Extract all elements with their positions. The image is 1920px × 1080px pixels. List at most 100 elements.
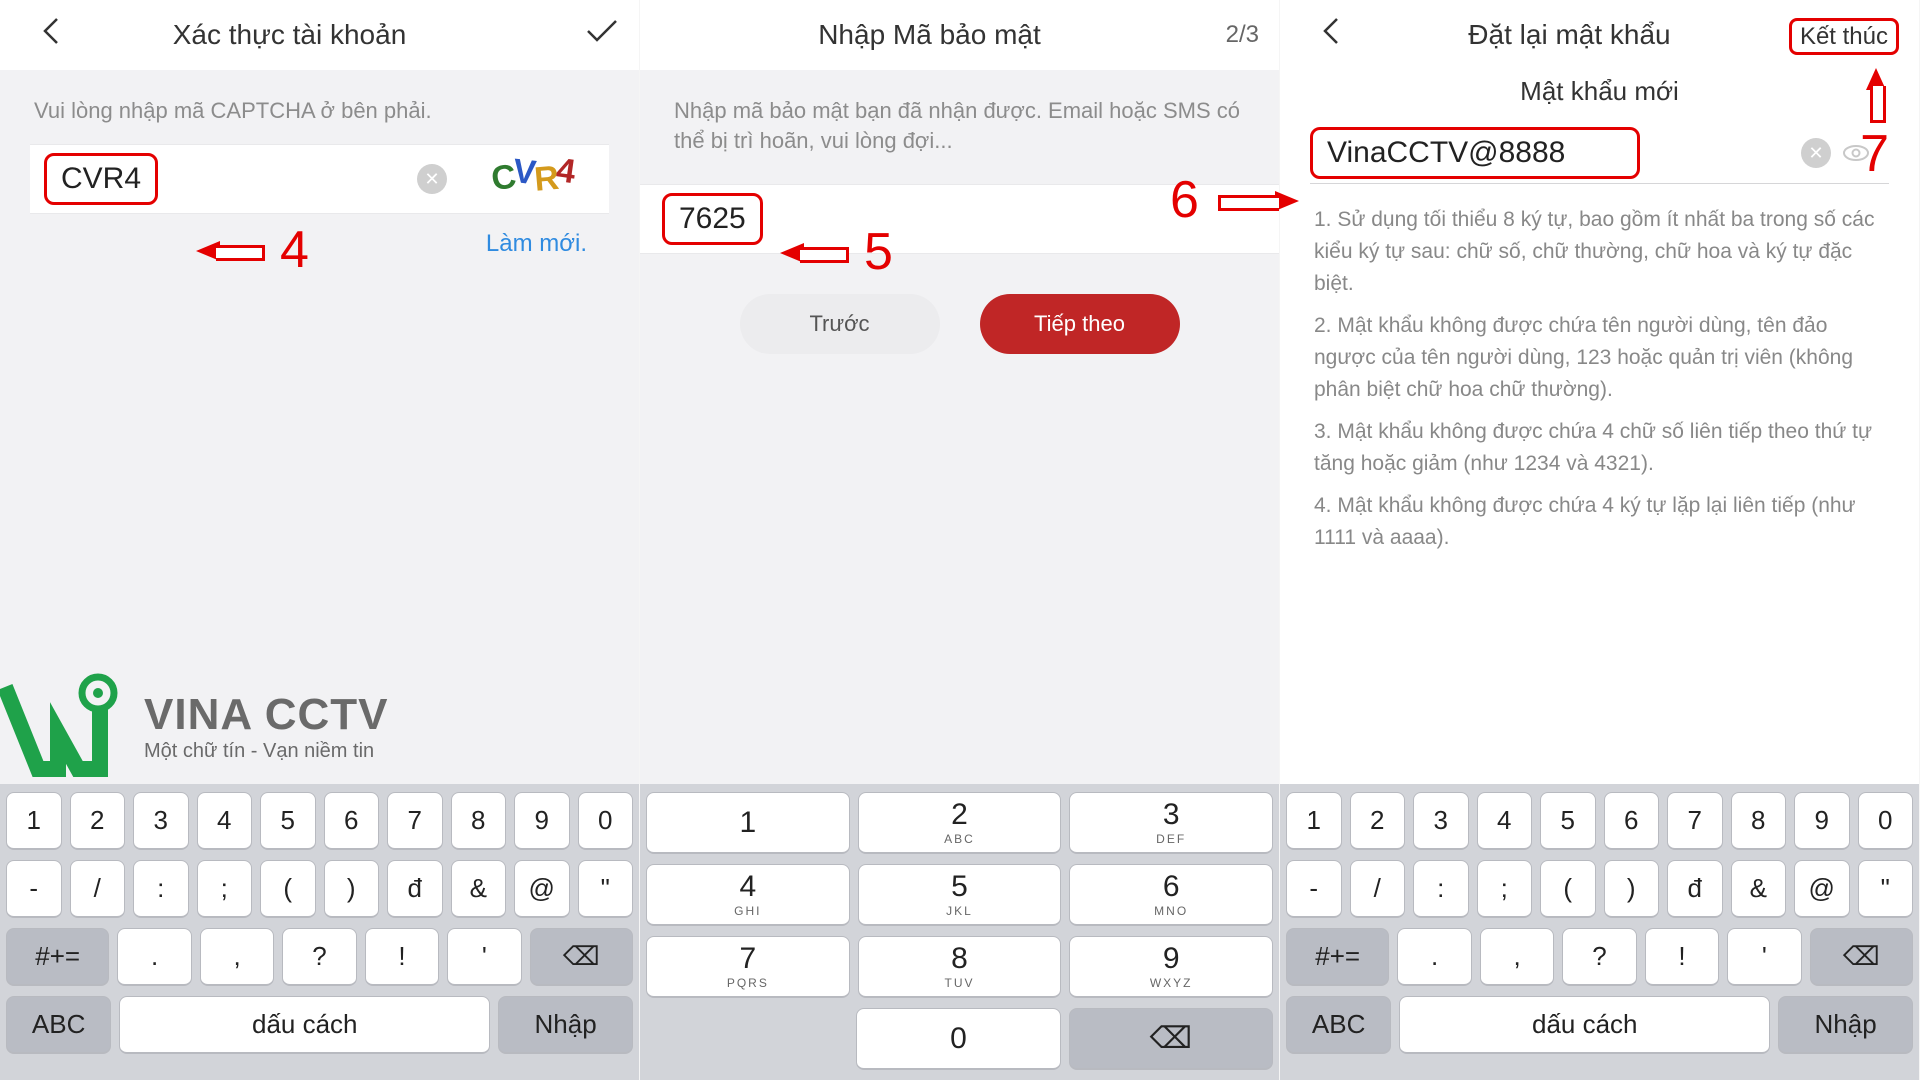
finish-button[interactable]: Kết thúc (1789, 18, 1899, 55)
refresh-captcha-link[interactable]: Làm mới. (30, 214, 609, 258)
screen-security-code: Nhập Mã bảo mật 2/3 Nhập mã bảo mật bạn … (640, 0, 1280, 1080)
key-3[interactable]: 3 (133, 792, 189, 850)
key-8[interactable]: 8 (451, 792, 507, 850)
key-/[interactable]: / (1350, 860, 1406, 918)
clear-icon[interactable]: ✕ (1801, 138, 1831, 168)
code-input[interactable]: 7625 (662, 193, 763, 245)
key-([interactable]: ( (260, 860, 316, 918)
key-space[interactable]: dấu cách (1399, 996, 1770, 1054)
key-2[interactable]: 2 (1350, 792, 1406, 850)
key-0[interactable]: 0 (578, 792, 634, 850)
key-question[interactable]: ? (1562, 928, 1636, 986)
key-backspace[interactable]: ⌫ (530, 928, 633, 986)
key-3[interactable]: 3 (1413, 792, 1469, 850)
clear-icon[interactable]: ✕ (417, 164, 447, 194)
key-@[interactable]: @ (514, 860, 570, 918)
key-1[interactable]: 1 (6, 792, 62, 850)
key-period[interactable]: . (1397, 928, 1471, 986)
key-toggle-symbols[interactable]: #+= (6, 928, 109, 986)
next-button[interactable]: Tiếp theo (980, 294, 1180, 354)
vina-cctv-logo: VINA CCTV Một chữ tín - Vạn niềm tin (0, 669, 389, 784)
key-4[interactable]: 4 (197, 792, 253, 850)
arrow-left-icon (780, 239, 850, 265)
key-đ[interactable]: đ (387, 860, 443, 918)
key-&[interactable]: & (1731, 860, 1787, 918)
instruction-text: Vui lòng nhập mã CAPTCHA ở bên phải. (30, 90, 609, 144)
password-input[interactable]: VinaCCTV@8888 (1310, 127, 1640, 179)
key-@[interactable]: @ (1794, 860, 1850, 918)
key-6[interactable]: 6 (1604, 792, 1660, 850)
key-abc[interactable]: ABC (6, 996, 111, 1054)
key-8[interactable]: 8 (1731, 792, 1787, 850)
key-toggle-symbols[interactable]: #+= (1286, 928, 1389, 986)
finish-wrap: Kết thúc (1789, 18, 1899, 52)
key-4[interactable]: 4 (1477, 792, 1533, 850)
captcha-input[interactable]: CVR4 (44, 153, 158, 205)
key-apos[interactable]: ' (447, 928, 521, 986)
key-7[interactable]: 7 (387, 792, 443, 850)
key-9[interactable]: 9 (514, 792, 570, 850)
keyboard-numeric: 12ABC3DEF 4GHI5JKL6MNO 7PQRS8TUV9WXYZ0⌫ (640, 784, 1279, 1080)
key-;[interactable]: ; (197, 860, 253, 918)
numpad-row-1: 12ABC3DEF (646, 792, 1273, 854)
key-:[interactable]: : (1413, 860, 1469, 918)
key-3[interactable]: 3DEF (1069, 792, 1273, 854)
key-"[interactable]: " (578, 860, 634, 918)
annotation-5: 5 (780, 222, 893, 282)
annotation-7: 7 (1860, 68, 1889, 184)
key-)[interactable]: ) (1604, 860, 1660, 918)
key-5[interactable]: 5 (1540, 792, 1596, 850)
key-bang[interactable]: ! (1645, 928, 1719, 986)
rule-2: 2. Mật khẩu không được chứa tên người dù… (1314, 310, 1885, 406)
key-comma[interactable]: , (200, 928, 274, 986)
confirm-button[interactable] (509, 18, 619, 52)
key-1[interactable]: 1 (1286, 792, 1342, 850)
key-9[interactable]: 9 (1794, 792, 1850, 850)
key-0[interactable]: 0 (1858, 792, 1914, 850)
kb-row-4: ABC dấu cách Nhập (1286, 996, 1913, 1054)
key-5[interactable]: 5 (260, 792, 316, 850)
prev-button[interactable]: Trước (740, 294, 940, 354)
key-)[interactable]: ) (324, 860, 380, 918)
key-"[interactable]: " (1858, 860, 1914, 918)
key-([interactable]: ( (1540, 860, 1596, 918)
key-7[interactable]: 7 (1667, 792, 1723, 850)
body: Nhập mã bảo mật bạn đã nhận được. Email … (640, 70, 1279, 184)
key-enter[interactable]: Nhập (1778, 996, 1913, 1054)
key-/[interactable]: / (70, 860, 126, 918)
key-&[interactable]: & (451, 860, 507, 918)
back-button[interactable] (40, 17, 70, 53)
key-question[interactable]: ? (282, 928, 356, 986)
key-đ[interactable]: đ (1667, 860, 1723, 918)
key-abc[interactable]: ABC (1286, 996, 1391, 1054)
key-7[interactable]: 7PQRS (646, 936, 850, 998)
key-period[interactable]: . (117, 928, 191, 986)
password-rules: 1. Sử dụng tối thiểu 8 ký tự, bao gồm ít… (1310, 188, 1889, 554)
key-bang[interactable]: ! (365, 928, 439, 986)
key-;[interactable]: ; (1477, 860, 1533, 918)
key--[interactable]: - (1286, 860, 1342, 918)
kb-row-2: -/:;()đ&@" (1286, 860, 1913, 918)
key-0[interactable]: 0 (856, 1008, 1060, 1070)
key-enter[interactable]: Nhập (498, 996, 633, 1054)
key-empty (646, 1008, 848, 1070)
key--[interactable]: - (6, 860, 62, 918)
key-1[interactable]: 1 (646, 792, 850, 854)
annotation-6: 6 (1170, 170, 1299, 230)
kb-row-3: #+= . , ? ! ' ⌫ (6, 928, 633, 986)
key-space[interactable]: dấu cách (119, 996, 490, 1054)
key-5[interactable]: 5JKL (858, 864, 1062, 926)
key-6[interactable]: 6MNO (1069, 864, 1273, 926)
key-:[interactable]: : (133, 860, 189, 918)
key-2[interactable]: 2ABC (858, 792, 1062, 854)
key-2[interactable]: 2 (70, 792, 126, 850)
back-button[interactable] (1320, 17, 1350, 53)
key-6[interactable]: 6 (324, 792, 380, 850)
key-apos[interactable]: ' (1727, 928, 1801, 986)
key-backspace[interactable]: ⌫ (1069, 1008, 1273, 1070)
key-backspace[interactable]: ⌫ (1810, 928, 1913, 986)
key-9[interactable]: 9WXYZ (1069, 936, 1273, 998)
key-8[interactable]: 8TUV (858, 936, 1062, 998)
key-comma[interactable]: , (1480, 928, 1554, 986)
key-4[interactable]: 4GHI (646, 864, 850, 926)
